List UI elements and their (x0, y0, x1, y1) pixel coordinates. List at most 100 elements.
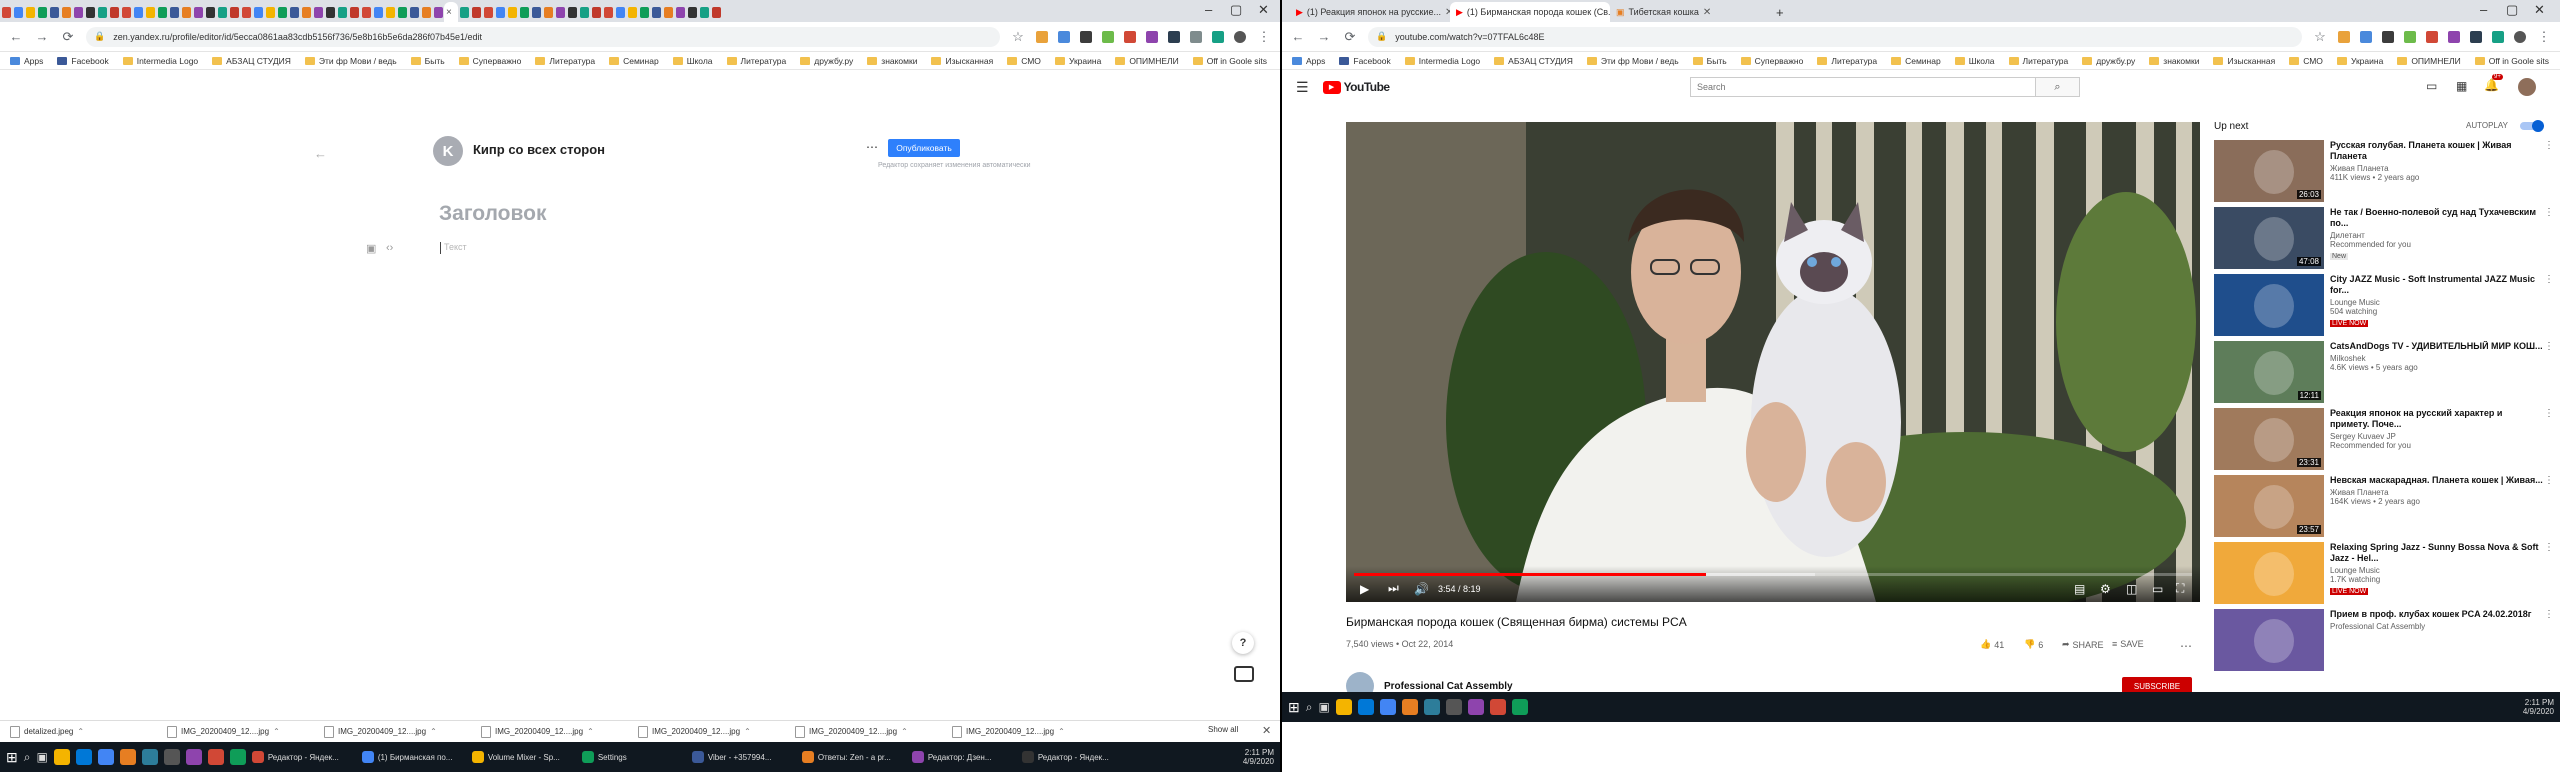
tab-favicon[interactable] (229, 7, 239, 18)
publish-button[interactable]: Опубликовать (888, 139, 960, 157)
tab-favicon[interactable] (73, 7, 83, 18)
tab-favicon[interactable] (145, 7, 155, 18)
tab-favicon[interactable] (433, 7, 443, 18)
body-text-input[interactable]: Текст (440, 242, 467, 254)
tab-favicon[interactable] (181, 7, 191, 18)
tab-favicon[interactable] (385, 7, 395, 18)
taskbar-window-button[interactable]: Viber - +357994... (691, 751, 796, 763)
bookmark-item[interactable]: Изысканная (931, 56, 993, 66)
tab-favicon[interactable] (121, 7, 131, 18)
tab-favicon[interactable] (579, 7, 589, 18)
related-video[interactable]: 23:57 Невская маскарадная. Планета кошек … (2214, 475, 2554, 539)
bookmark-item[interactable]: Семинар (609, 56, 659, 66)
bookmark-item[interactable]: СМО (2289, 56, 2323, 66)
video-channel[interactable]: Живая Планета (2330, 164, 2544, 173)
tab-favicon[interactable] (699, 7, 709, 18)
tab-favicon[interactable] (337, 7, 347, 18)
related-video[interactable]: 12:11 CatsAndDogs TV - УДИВИТЕЛЬНЫЙ МИР К… (2214, 341, 2554, 405)
download-item[interactable]: detalized.jpeg ⌃ (10, 725, 155, 738)
taskbar-window-button[interactable]: (1) Бирманская по... (361, 751, 466, 763)
taskbar-app-icon[interactable] (229, 749, 246, 765)
video-channel[interactable]: Sergey Kuvaev JP (2330, 432, 2544, 441)
tab-favicon[interactable] (97, 7, 107, 18)
tab-favicon[interactable] (603, 7, 613, 18)
extension-icon[interactable] (1080, 30, 1092, 43)
tab-favicon[interactable] (409, 7, 419, 18)
address-bar[interactable]: 🔒 zen.yandex.ru/profile/editor/id/5ecca0… (86, 26, 1000, 47)
tab-favicon[interactable] (495, 7, 505, 18)
tab-favicon[interactable] (277, 7, 287, 18)
chevron-up-icon[interactable]: ⌃ (1058, 727, 1065, 736)
fullscreen-icon[interactable]: ⛶ (2176, 581, 2184, 596)
share-button[interactable]: ➦ SHARE (2062, 639, 2104, 650)
video-thumbnail[interactable] (2214, 542, 2324, 604)
taskbar-window-button[interactable]: Volume Mixer - Sp... (471, 751, 576, 763)
tab-favicon[interactable] (627, 7, 637, 18)
tab-favicon[interactable] (241, 7, 251, 18)
tab-favicon[interactable] (397, 7, 407, 18)
bookmark-item[interactable]: дружбу.ру (800, 56, 853, 66)
download-item[interactable]: IMG_20200409_12....jpg ⌃ (638, 725, 783, 738)
bookmark-item[interactable]: Apps (1292, 56, 1325, 66)
chevron-up-icon[interactable]: ⌃ (273, 727, 280, 736)
video-thumbnail[interactable]: 12:11 (2214, 341, 2324, 403)
video-channel[interactable]: Lounge Music (2330, 298, 2544, 307)
autoplay-toggle[interactable] (2520, 120, 2544, 132)
extension-icon[interactable] (2448, 30, 2460, 43)
bookmark-item[interactable]: Школа (672, 56, 713, 66)
taskbar-window-button[interactable]: Ответы: Zen - a pr... (801, 751, 906, 763)
search-icon[interactable]: ⌕ (24, 750, 31, 765)
video-title[interactable]: Relaxing Spring Jazz - Sunny Bossa Nova … (2330, 542, 2544, 564)
bookmark-item[interactable]: дружбу.ру (2082, 56, 2135, 66)
windows-start-icon[interactable]: ⊞ (6, 749, 18, 766)
tab-zen-editor[interactable]: × (444, 2, 458, 22)
video-thumbnail[interactable]: 47:08 (2214, 207, 2324, 269)
tab-favicon[interactable] (519, 7, 529, 18)
more-icon[interactable]: ⋯ (866, 140, 878, 154)
tab-favicon[interactable] (639, 7, 649, 18)
extension-icon[interactable] (2470, 30, 2482, 43)
bookmark-item[interactable]: Facebook (1339, 56, 1391, 66)
user-avatar[interactable] (2518, 78, 2536, 96)
tab-favicon[interactable] (61, 7, 71, 18)
video-thumbnail[interactable]: 23:57 (2214, 475, 2324, 537)
help-button[interactable]: ? (1232, 632, 1254, 654)
tab-favicon[interactable] (483, 7, 493, 18)
video-title[interactable]: CatsAndDogs TV - УДИВИТЕЛЬНЫЙ МИР КОШ... (2330, 341, 2544, 352)
more-actions-icon[interactable]: ⋯ (2180, 639, 2192, 653)
bookmark-item[interactable]: АБЗАЦ СТУДИЯ (1494, 56, 1573, 66)
tab-favicon[interactable] (253, 7, 263, 18)
search-icon[interactable]: ⌕ (1306, 700, 1313, 715)
related-video[interactable]: Прием в проф. клубах кошек PCA 24.02.201… (2214, 609, 2554, 673)
bookmark-item[interactable]: Off in Goole sits (1192, 56, 1267, 66)
extension-icon[interactable] (1102, 30, 1114, 43)
tab-favicon[interactable] (49, 7, 59, 18)
play-icon[interactable]: ▶ (1360, 582, 1369, 596)
video-menu-icon[interactable]: ⋮ (2544, 408, 2554, 419)
search-input[interactable] (1691, 78, 2035, 96)
video-thumbnail[interactable] (2214, 609, 2324, 671)
bookmark-item[interactable]: ОПИМНЕЛИ (2397, 56, 2461, 66)
back-icon[interactable]: ← (8, 29, 24, 44)
extension-icon[interactable] (1124, 30, 1136, 43)
tab-japanese-reaction[interactable]: ▶ (1) Реакция японок на русские... ✕ (1290, 2, 1450, 22)
video-channel[interactable]: Lounge Music (2330, 566, 2544, 575)
youtube-logo[interactable]: ▶ YouTube (1322, 80, 1390, 94)
profile-avatar[interactable] (2514, 30, 2526, 43)
taskbar-app-icon[interactable] (1423, 699, 1440, 715)
tab-favicon[interactable] (507, 7, 517, 18)
bookmark-item[interactable]: ОПИМНЕЛИ (1115, 56, 1179, 66)
tab-favicon[interactable] (531, 7, 541, 18)
extension-icon[interactable] (2382, 30, 2394, 43)
related-video[interactable]: 47:08 Не так / Военно-полевой суд над Тух… (2214, 207, 2554, 271)
close-window-button[interactable]: ✕ (1258, 2, 1269, 18)
search-icon[interactable]: ⌕ (2035, 78, 2079, 96)
video-thumbnail[interactable]: 26:03 (2214, 140, 2324, 202)
apps-grid-icon[interactable]: ▦ (2456, 79, 2467, 93)
taskbar-window-button[interactable]: Редактор - Яндек... (251, 751, 356, 763)
tab-favicon[interactable] (1, 7, 11, 18)
minimize-button[interactable]: – (1205, 2, 1212, 17)
menu-icon[interactable]: ⋮ (1256, 29, 1272, 45)
bookmark-item[interactable]: Изысканная (2213, 56, 2275, 66)
tab-tibetan-cat[interactable]: ▣ Тибетская кошка ✕ (1610, 2, 1770, 22)
